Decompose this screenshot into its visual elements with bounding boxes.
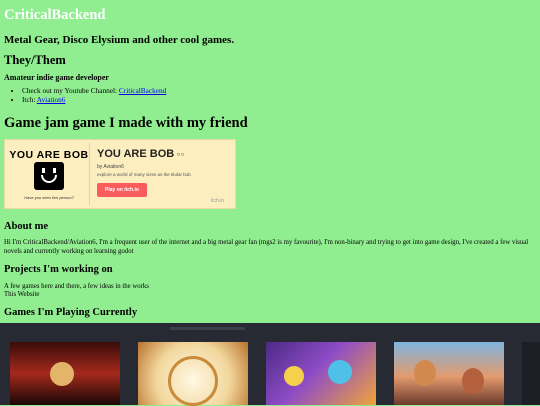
left-eye <box>42 168 45 173</box>
cover-character-a <box>414 360 436 386</box>
game-title-link[interactable]: YOU ARE BOB <box>97 148 174 160</box>
list-item: Itch: Aviation6 <box>22 94 166 105</box>
author-link[interactable]: Aviation6 <box>103 164 123 170</box>
platform-icons: ¤ ¤ <box>177 152 184 158</box>
about-text: Hi I'm CriticalBackend/Aviation6, I'm a … <box>4 239 529 255</box>
game-cover-1[interactable] <box>10 342 120 405</box>
cover-character-b <box>328 360 352 384</box>
game-thumbnail[interactable]: YOU ARE BOB Have you seen this person? <box>8 143 90 205</box>
cover-character-a <box>284 366 304 386</box>
game-cover-4[interactable] <box>394 342 504 405</box>
about-heading: About me <box>4 221 49 232</box>
playing-heading: Games I'm Playing Currently <box>4 307 138 318</box>
tagline: Metal Gear, Disco Elysium and other cool… <box>4 34 235 46</box>
right-eye <box>53 168 56 173</box>
thumbnail-caption: Have you seen this person? <box>24 195 74 200</box>
author-line: by Aviation6 <box>97 164 124 170</box>
cover-figure <box>50 362 74 386</box>
links-list: Check out my Youtube Channel: CriticalBa… <box>0 86 166 105</box>
bob-face-icon <box>34 162 64 190</box>
game-cover-2[interactable] <box>138 342 248 406</box>
youtube-channel-link[interactable]: CriticalBackend <box>119 86 166 95</box>
pronouns-heading: They/Them <box>4 53 66 67</box>
cover-character-b <box>462 368 484 394</box>
projects-text: A few games here and there, a few ideas … <box>4 283 149 290</box>
role-heading: Amateur indie game developer <box>4 73 109 82</box>
panel-scrollbar[interactable] <box>170 327 245 330</box>
itch-profile-link[interactable]: Aviation6 <box>37 95 66 104</box>
projects-heading: Projects I'm working on <box>4 264 113 275</box>
site-title: CriticalBackend <box>4 7 106 23</box>
itch-embed-card[interactable]: YOU ARE BOB Have you seen this person? Y… <box>4 139 236 209</box>
play-on-itch-button[interactable]: Play on itch.io <box>97 183 147 197</box>
thumbnail-title: YOU ARE BOB <box>9 149 89 161</box>
games-carousel <box>0 323 540 406</box>
game-cover-3[interactable] <box>266 342 376 405</box>
itch-link-prefix: Itch: <box>22 94 37 104</box>
projects-website-text: This Website <box>4 291 40 298</box>
game-cover-5[interactable] <box>522 342 540 405</box>
game-jam-heading: Game jam game I made with my friend <box>4 115 248 131</box>
game-description: explore a world of many sizes as the tit… <box>97 172 191 177</box>
smile-mouth <box>41 175 57 183</box>
cover-ring <box>168 356 218 406</box>
itch-logo[interactable]: itch.io <box>211 198 224 204</box>
